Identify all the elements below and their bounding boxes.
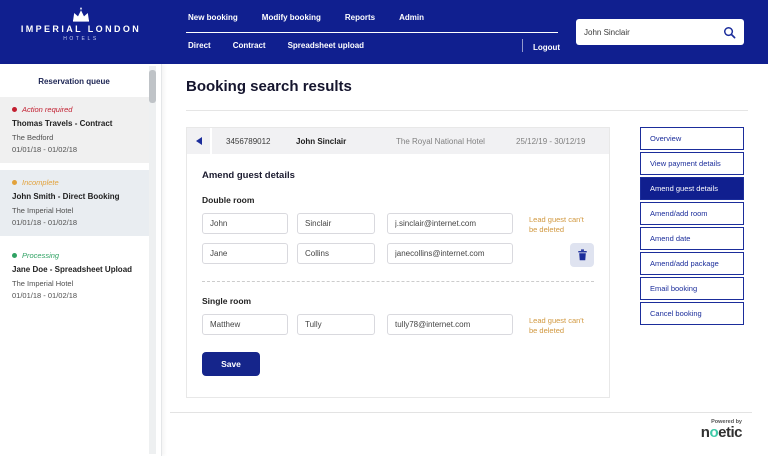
logout-divider (522, 39, 523, 52)
guest-row-second-double (202, 243, 594, 267)
status-row: Incomplete (12, 178, 137, 187)
email-input[interactable] (387, 213, 513, 234)
status-row: Processing (12, 251, 137, 260)
amend-guest-details-section: Amend guest details Double room Lead gue… (187, 170, 609, 376)
brand-logo: IMPERIAL LONDON HOTELS (18, 7, 144, 42)
sidebar-scrollbar-thumb[interactable] (149, 70, 156, 103)
collapse-booking-button[interactable] (187, 128, 210, 154)
nav-modify-booking[interactable]: Modify booking (262, 13, 321, 22)
first-name-input[interactable] (202, 314, 288, 335)
queue-item-dates: 01/01/18 - 01/02/18 (12, 218, 137, 227)
status-row: Action required (12, 105, 137, 114)
last-name-input[interactable] (297, 314, 375, 335)
menu-item-email-booking[interactable]: Email booking (640, 277, 744, 300)
sidebar-scrollbar-track[interactable] (149, 66, 156, 454)
reservation-queue-title: Reservation queue (0, 77, 148, 86)
last-name-input[interactable] (297, 213, 375, 234)
status-dot-icon (12, 180, 17, 185)
noetic-logo: noetic (701, 425, 742, 442)
brand-name: IMPERIAL LONDON (18, 24, 144, 34)
room-divider (202, 281, 594, 282)
booking-hotel: The Royal National Hotel (396, 137, 516, 146)
booking-dates: 25/12/19 - 30/12/19 (516, 137, 585, 146)
booking-summary-cells: 3456789012 John Sinclair The Royal Natio… (212, 128, 609, 154)
reservation-queue-list: Action required Thomas Travels - Contrac… (0, 97, 149, 316)
nav-reports[interactable]: Reports (345, 13, 375, 22)
queue-item-name: Thomas Travels - Contract (12, 119, 137, 129)
status-dot-icon (12, 107, 17, 112)
delete-guest-button[interactable] (570, 243, 594, 267)
secondary-nav: Direct Contract Spreadsheet upload (188, 41, 364, 50)
guest-row-lead-single: Lead guest can't be deleted (202, 314, 594, 336)
queue-item-dates: 01/01/18 - 01/02/18 (12, 145, 137, 154)
queue-item-name: Jane Doe - Spreadsheet Upload (12, 265, 137, 275)
booking-id: 3456789012 (226, 137, 296, 146)
brand-subtitle: HOTELS (18, 36, 144, 42)
email-input[interactable] (387, 243, 513, 264)
menu-item-amend-add-room[interactable]: Amend/add room (640, 202, 744, 225)
search-box (576, 19, 744, 45)
queue-item-hotel: The Imperial Hotel (12, 206, 137, 215)
nav-new-booking[interactable]: New booking (188, 13, 238, 22)
search-input[interactable] (584, 28, 723, 37)
room-label-double: Double room (202, 195, 594, 205)
queue-item-hotel: The Imperial Hotel (12, 279, 137, 288)
page-title: Booking search results (186, 78, 352, 95)
first-name-input[interactable] (202, 213, 288, 234)
booking-guest-name: John Sinclair (296, 137, 396, 146)
last-name-input[interactable] (297, 243, 375, 264)
search-icon[interactable] (723, 26, 736, 39)
app-header: IMPERIAL LONDON HOTELS New booking Modif… (0, 0, 768, 64)
nav-direct[interactable]: Direct (188, 41, 211, 50)
nav-admin[interactable]: Admin (399, 13, 424, 22)
menu-item-view-payment-details[interactable]: View payment details (640, 152, 744, 175)
section-title: Amend guest details (202, 170, 594, 181)
logout-link[interactable]: Logout (533, 43, 560, 52)
nav-spreadsheet-upload[interactable]: Spreadsheet upload (288, 41, 364, 50)
first-name-input[interactable] (202, 243, 288, 264)
status-label: Action required (22, 105, 72, 114)
save-button[interactable]: Save (202, 352, 260, 376)
title-divider (186, 110, 748, 111)
queue-item-thomas-travels[interactable]: Action required Thomas Travels - Contrac… (0, 97, 149, 163)
booking-card: 3456789012 John Sinclair The Royal Natio… (186, 127, 610, 398)
reservation-queue-sidebar: Reservation queue Action required Thomas… (0, 64, 162, 456)
queue-item-dates: 01/01/18 - 01/02/18 (12, 291, 137, 300)
crown-icon (70, 7, 92, 22)
menu-item-overview[interactable]: Overview (640, 127, 744, 150)
trash-icon (577, 249, 588, 261)
status-label: Processing (22, 251, 59, 260)
noetic-logo-o: o (709, 424, 718, 441)
guest-row-lead-double: Lead guest can't be deleted (202, 213, 594, 235)
primary-nav: New booking Modify booking Reports Admin (188, 13, 424, 22)
menu-item-amend-add-package[interactable]: Amend/add package (640, 252, 744, 275)
footer-divider (170, 412, 752, 413)
queue-item-john-smith[interactable]: Incomplete John Smith - Direct Booking T… (0, 170, 149, 236)
status-label: Incomplete (22, 178, 59, 187)
room-label-single: Single room (202, 296, 594, 306)
status-dot-icon (12, 253, 17, 258)
menu-item-amend-guest-details[interactable]: Amend guest details (640, 177, 744, 200)
menu-item-cancel-booking[interactable]: Cancel booking (640, 302, 744, 325)
chevron-left-icon (196, 137, 202, 145)
booking-summary-row: 3456789012 John Sinclair The Royal Natio… (187, 128, 609, 154)
lead-guest-note: Lead guest can't be deleted (529, 213, 594, 235)
queue-item-hotel: The Bedford (12, 133, 137, 142)
lead-guest-note: Lead guest can't be deleted (529, 314, 594, 336)
powered-by-block: Powered by noetic (701, 419, 742, 442)
booking-action-menu: Overview View payment details Amend gues… (640, 127, 744, 327)
menu-item-amend-date[interactable]: Amend date (640, 227, 744, 250)
queue-item-jane-doe[interactable]: Processing Jane Doe - Spreadsheet Upload… (0, 243, 149, 309)
nav-contract[interactable]: Contract (233, 41, 266, 50)
queue-item-name: John Smith - Direct Booking (12, 192, 137, 202)
email-input[interactable] (387, 314, 513, 335)
nav-underline (186, 32, 558, 33)
noetic-logo-rest: etic (718, 424, 742, 441)
